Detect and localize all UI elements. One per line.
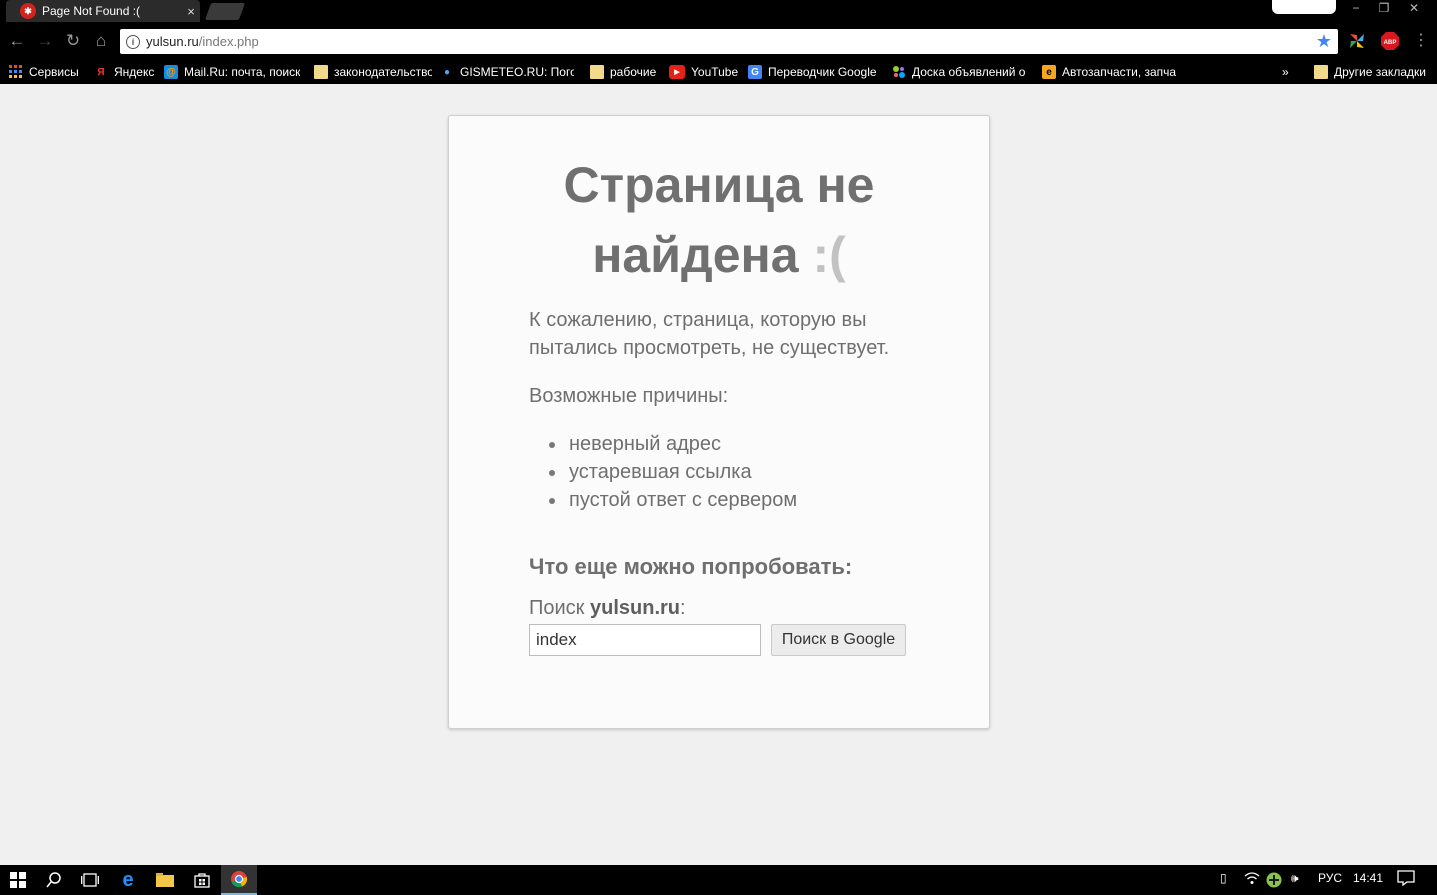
- site-favicon-icon: ✱: [20, 3, 36, 19]
- search-input[interactable]: [529, 624, 761, 656]
- profile-button[interactable]: [1272, 0, 1336, 14]
- folder-icon: [314, 65, 328, 79]
- tab-active[interactable]: ✱ Page Not Found :( ×: [6, 0, 200, 22]
- edge-browser-icon[interactable]: e: [110, 865, 146, 895]
- forward-arrow-icon[interactable]: →: [34, 30, 56, 52]
- exist-icon: e: [1042, 65, 1056, 79]
- store-icon[interactable]: [184, 865, 220, 895]
- yandex-icon: Я: [97, 66, 105, 78]
- address-bar[interactable]: i yulsun.ru /index.php ★: [120, 29, 1338, 54]
- tab-title: Page Not Found :(: [42, 4, 141, 18]
- bookmark-folder-work[interactable]: рабочие: [590, 63, 660, 81]
- bookmark-star-icon[interactable]: ★: [1316, 31, 1332, 51]
- browser-toolbar: ← → ↻ ⌂ i yulsun.ru /index.php ★ ABP ⋮: [0, 22, 1437, 60]
- extension-pinwheel-icon[interactable]: [1347, 31, 1367, 51]
- reload-icon[interactable]: ↻: [62, 30, 84, 52]
- reason-item: пустой ответ с сервером: [549, 486, 929, 514]
- adblock-icon[interactable]: ABP: [1380, 31, 1400, 51]
- volume-icon[interactable]: 🕪: [1291, 871, 1299, 886]
- bookmark-label: Другие закладки: [1334, 65, 1426, 79]
- bookmark-label: YouTube: [691, 65, 739, 79]
- reason-item: неверный адрес: [549, 430, 929, 458]
- bookmark-yandex[interactable]: Я Яндекс: [94, 63, 158, 81]
- mailru-icon: @: [164, 65, 178, 79]
- new-tab-button[interactable]: [204, 3, 246, 20]
- suggestions-title: Что еще можно попробовать:: [529, 554, 853, 579]
- bookmark-label: Яндекс: [114, 65, 155, 79]
- bookmark-other[interactable]: Другие закладки: [1314, 63, 1430, 81]
- bookmark-autoparts[interactable]: e Автозапчасти, запча: [1042, 63, 1180, 81]
- reason-item: устаревшая ссылка: [549, 458, 929, 486]
- gismeteo-icon: ●: [443, 66, 451, 78]
- search-label-prefix: Поиск: [529, 597, 590, 619]
- notifications-icon[interactable]: [1397, 870, 1415, 889]
- bookmark-google-translate[interactable]: G Переводчик Google: [748, 63, 882, 81]
- page-title: Страница не найдена :(: [449, 150, 989, 290]
- not-found-card: Страница не найдена :( К сожалению, стра…: [448, 115, 990, 729]
- folder-icon: [1314, 65, 1328, 79]
- file-explorer-icon[interactable]: [147, 865, 183, 895]
- bookmark-folder-legislation[interactable]: законодательство: [314, 63, 432, 81]
- browser-titlebar: ✱ Page Not Found :( × − ❐ ✕: [0, 0, 1437, 22]
- back-arrow-icon[interactable]: ←: [6, 30, 28, 52]
- bookmark-label: Доска объявлений о: [912, 65, 1026, 79]
- home-icon[interactable]: ⌂: [90, 30, 112, 52]
- folder-icon: [590, 65, 604, 79]
- language-indicator[interactable]: РУС: [1318, 871, 1342, 885]
- bookmark-label: Автозапчасти, запча: [1062, 65, 1177, 79]
- bookmark-youtube[interactable]: ▶ YouTube: [669, 63, 741, 81]
- page-title-line2: найдена :(: [449, 220, 989, 290]
- page-title-word: найдена: [592, 227, 799, 283]
- bookmark-label: рабочие: [610, 65, 657, 79]
- close-window-button[interactable]: ✕: [1400, 0, 1428, 18]
- taskbar: e ▯ 🕪 РУС 14:41: [0, 865, 1437, 895]
- intro-text: К сожалению, страница, которую вы пытали…: [529, 309, 890, 359]
- bookmark-mailru[interactable]: @ Mail.Ru: почта, поиск: [164, 63, 300, 81]
- reasons-list: неверный адрес устаревшая ссылка пустой …: [529, 430, 929, 514]
- windows-start-icon[interactable]: [0, 865, 36, 895]
- menu-icon[interactable]: ⋮: [1410, 30, 1432, 52]
- apps-grid-icon: [9, 65, 23, 79]
- bookmark-avito[interactable]: Доска объявлений о: [892, 63, 1028, 81]
- clock[interactable]: 14:41: [1353, 871, 1383, 885]
- info-icon[interactable]: i: [126, 34, 140, 49]
- bookmark-gismeteo[interactable]: ● GISMETEO.RU: Погод: [440, 63, 574, 81]
- google-search-button[interactable]: Поиск в Google: [771, 624, 906, 656]
- sad-face-emoticon: :(: [812, 227, 846, 283]
- search-site-name: yulsun.ru: [589, 597, 680, 619]
- bookmark-label: Сервисы: [29, 65, 79, 79]
- bookmark-label: Mail.Ru: почта, поиск: [184, 65, 300, 79]
- wifi-icon[interactable]: [1244, 871, 1260, 888]
- bookmarks-overflow-chevron-icon[interactable]: »: [1282, 63, 1294, 81]
- usb-device-icon[interactable]: ▯: [1220, 871, 1227, 885]
- url-path: /index.php: [198, 34, 259, 49]
- avito-icon: [892, 65, 906, 79]
- search-label: Поиск yulsun.ru:: [529, 596, 929, 620]
- url-host: yulsun.ru: [146, 34, 199, 49]
- bookmark-label: GISMETEO.RU: Погод: [460, 65, 574, 79]
- translate-icon: G: [748, 65, 762, 79]
- minimize-button[interactable]: −: [1342, 0, 1370, 18]
- bookmark-services[interactable]: Сервисы: [9, 63, 84, 81]
- svg-text:ABP: ABP: [1384, 40, 1397, 46]
- bookmark-label: законодательство: [334, 65, 432, 79]
- bookmark-label: Переводчик Google: [768, 65, 877, 79]
- search-label-suffix: :: [680, 597, 686, 619]
- task-view-icon[interactable]: [72, 865, 108, 895]
- bookmarks-bar: Сервисы Я Яндекс @ Mail.Ru: почта, поиск…: [0, 60, 1437, 84]
- chrome-taskbar-icon[interactable]: [221, 865, 257, 895]
- page-title-line1: Страница не: [563, 157, 875, 213]
- app-status-icon[interactable]: [1266, 872, 1282, 891]
- reasons-title: Возможные причины:: [529, 385, 729, 407]
- youtube-icon: ▶: [669, 65, 685, 79]
- tab-close-icon[interactable]: ×: [182, 4, 200, 19]
- page-body: К сожалению, страница, которую вы пытали…: [529, 306, 929, 656]
- search-icon[interactable]: [36, 865, 72, 895]
- restore-button[interactable]: ❐: [1370, 0, 1398, 18]
- search-form: Поиск в Google: [529, 624, 929, 656]
